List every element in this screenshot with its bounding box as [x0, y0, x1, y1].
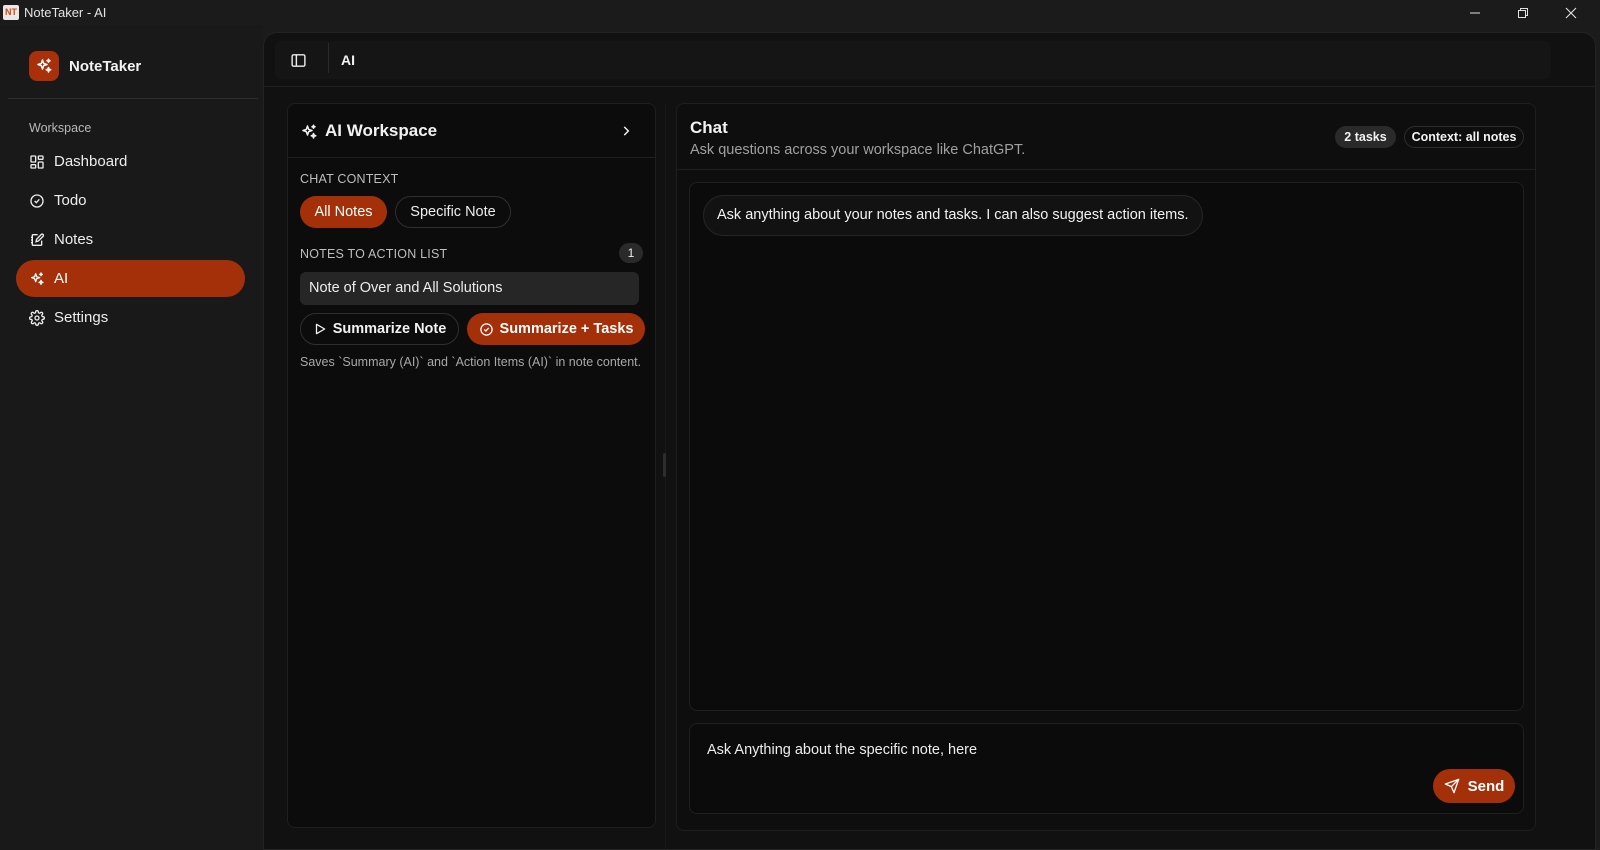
chat-context-label: CHAT CONTEXT [300, 172, 399, 186]
check-circle-icon [479, 322, 493, 336]
sidebar-item-label: Settings [54, 309, 109, 326]
minimize-icon [1470, 12, 1480, 13]
sidebar: NoteTaker Workspace Dashboard Todo Notes… [0, 25, 263, 850]
panel-left-icon [291, 54, 306, 67]
dashboard-icon [30, 154, 44, 169]
close-button[interactable] [1548, 0, 1594, 25]
chat-subtitle: Ask questions across your workspace like… [690, 142, 1026, 158]
message-list: Ask anything about your notes and tasks.… [689, 182, 1524, 711]
action-count-badge: 1 [619, 243, 643, 263]
topbar: AI [275, 41, 1551, 79]
sidebar-item-notes[interactable]: Notes [16, 221, 245, 258]
main-content: AI AI Workspace CHAT CONTEXT All Notes S… [263, 32, 1596, 850]
sidebar-item-label: AI [54, 270, 69, 287]
chat-composer: Send [689, 723, 1524, 814]
brand-name: NoteTaker [69, 57, 142, 75]
send-button[interactable]: Send [1433, 769, 1515, 803]
summarize-note-label: Summarize Note [332, 321, 447, 337]
send-label: Send [1467, 777, 1505, 795]
action-list-label: NOTES TO ACTION LIST [300, 247, 448, 261]
topbar-separator [328, 43, 329, 73]
panel-resize-handle[interactable] [663, 453, 666, 477]
brand-logo [29, 51, 59, 81]
restore-icon [1518, 7, 1528, 18]
sparkles-icon [31, 271, 44, 285]
main-divider [264, 86, 1595, 87]
context-all-notes-button[interactable]: All Notes [300, 196, 387, 228]
chat-input[interactable] [696, 732, 1416, 768]
sidebar-toggle-button[interactable] [290, 52, 307, 69]
page-title: AI [341, 52, 355, 68]
sidebar-item-todo[interactable]: Todo [16, 182, 245, 219]
minimize-button[interactable] [1452, 0, 1498, 25]
window-title: NoteTaker - AI [24, 5, 107, 20]
notebook-icon [31, 232, 45, 246]
window-titlebar: NT NoteTaker - AI [0, 0, 1600, 25]
ai-workspace-header: AI Workspace [288, 104, 655, 158]
sidebar-section-label: Workspace [29, 121, 92, 135]
summarize-tasks-button[interactable]: Summarize + Tasks [467, 313, 645, 345]
ai-workspace-panel: AI Workspace CHAT CONTEXT All Notes Spec… [287, 103, 656, 828]
context-specific-note-button[interactable]: Specific Note [395, 196, 511, 228]
app-icon: NT [3, 5, 19, 20]
chevron-right-icon [623, 126, 630, 136]
sidebar-item-label: Todo [54, 192, 87, 209]
chat-header: Chat Ask questions across your workspace… [677, 104, 1535, 170]
chat-title: Chat [690, 118, 728, 137]
summarize-tasks-label: Summarize + Tasks [499, 321, 634, 337]
sidebar-item-label: Dashboard [54, 153, 128, 170]
play-icon [315, 323, 325, 335]
restore-button[interactable] [1500, 0, 1546, 25]
sidebar-item-ai[interactable]: AI [16, 260, 245, 297]
assistant-message: Ask anything about your notes and tasks.… [703, 195, 1203, 236]
save-info-text: Saves `Summary (AI)` and `Action Items (… [300, 355, 642, 369]
context-badge: Context: all notes [1404, 126, 1524, 148]
chat-panel: Chat Ask questions across your workspace… [676, 103, 1536, 831]
gear-icon [29, 309, 45, 326]
sidebar-item-dashboard[interactable]: Dashboard [16, 143, 245, 180]
tasks-badge: 2 tasks [1335, 126, 1396, 148]
ai-workspace-title: AI Workspace [325, 121, 438, 140]
collapse-panel-button[interactable] [619, 124, 633, 138]
sidebar-divider [8, 98, 258, 99]
sparkles-icon [302, 124, 317, 139]
brand[interactable]: NoteTaker [29, 51, 141, 81]
summarize-note-button[interactable]: Summarize Note [300, 313, 459, 345]
sidebar-item-label: Notes [54, 231, 94, 248]
send-icon [1444, 778, 1459, 794]
sidebar-item-settings[interactable]: Settings [16, 299, 245, 336]
check-circle-icon [30, 193, 44, 208]
sparkles-icon [37, 58, 52, 73]
note-select[interactable]: Note of Over and All Solutions [300, 272, 639, 305]
close-icon [1565, 7, 1577, 18]
